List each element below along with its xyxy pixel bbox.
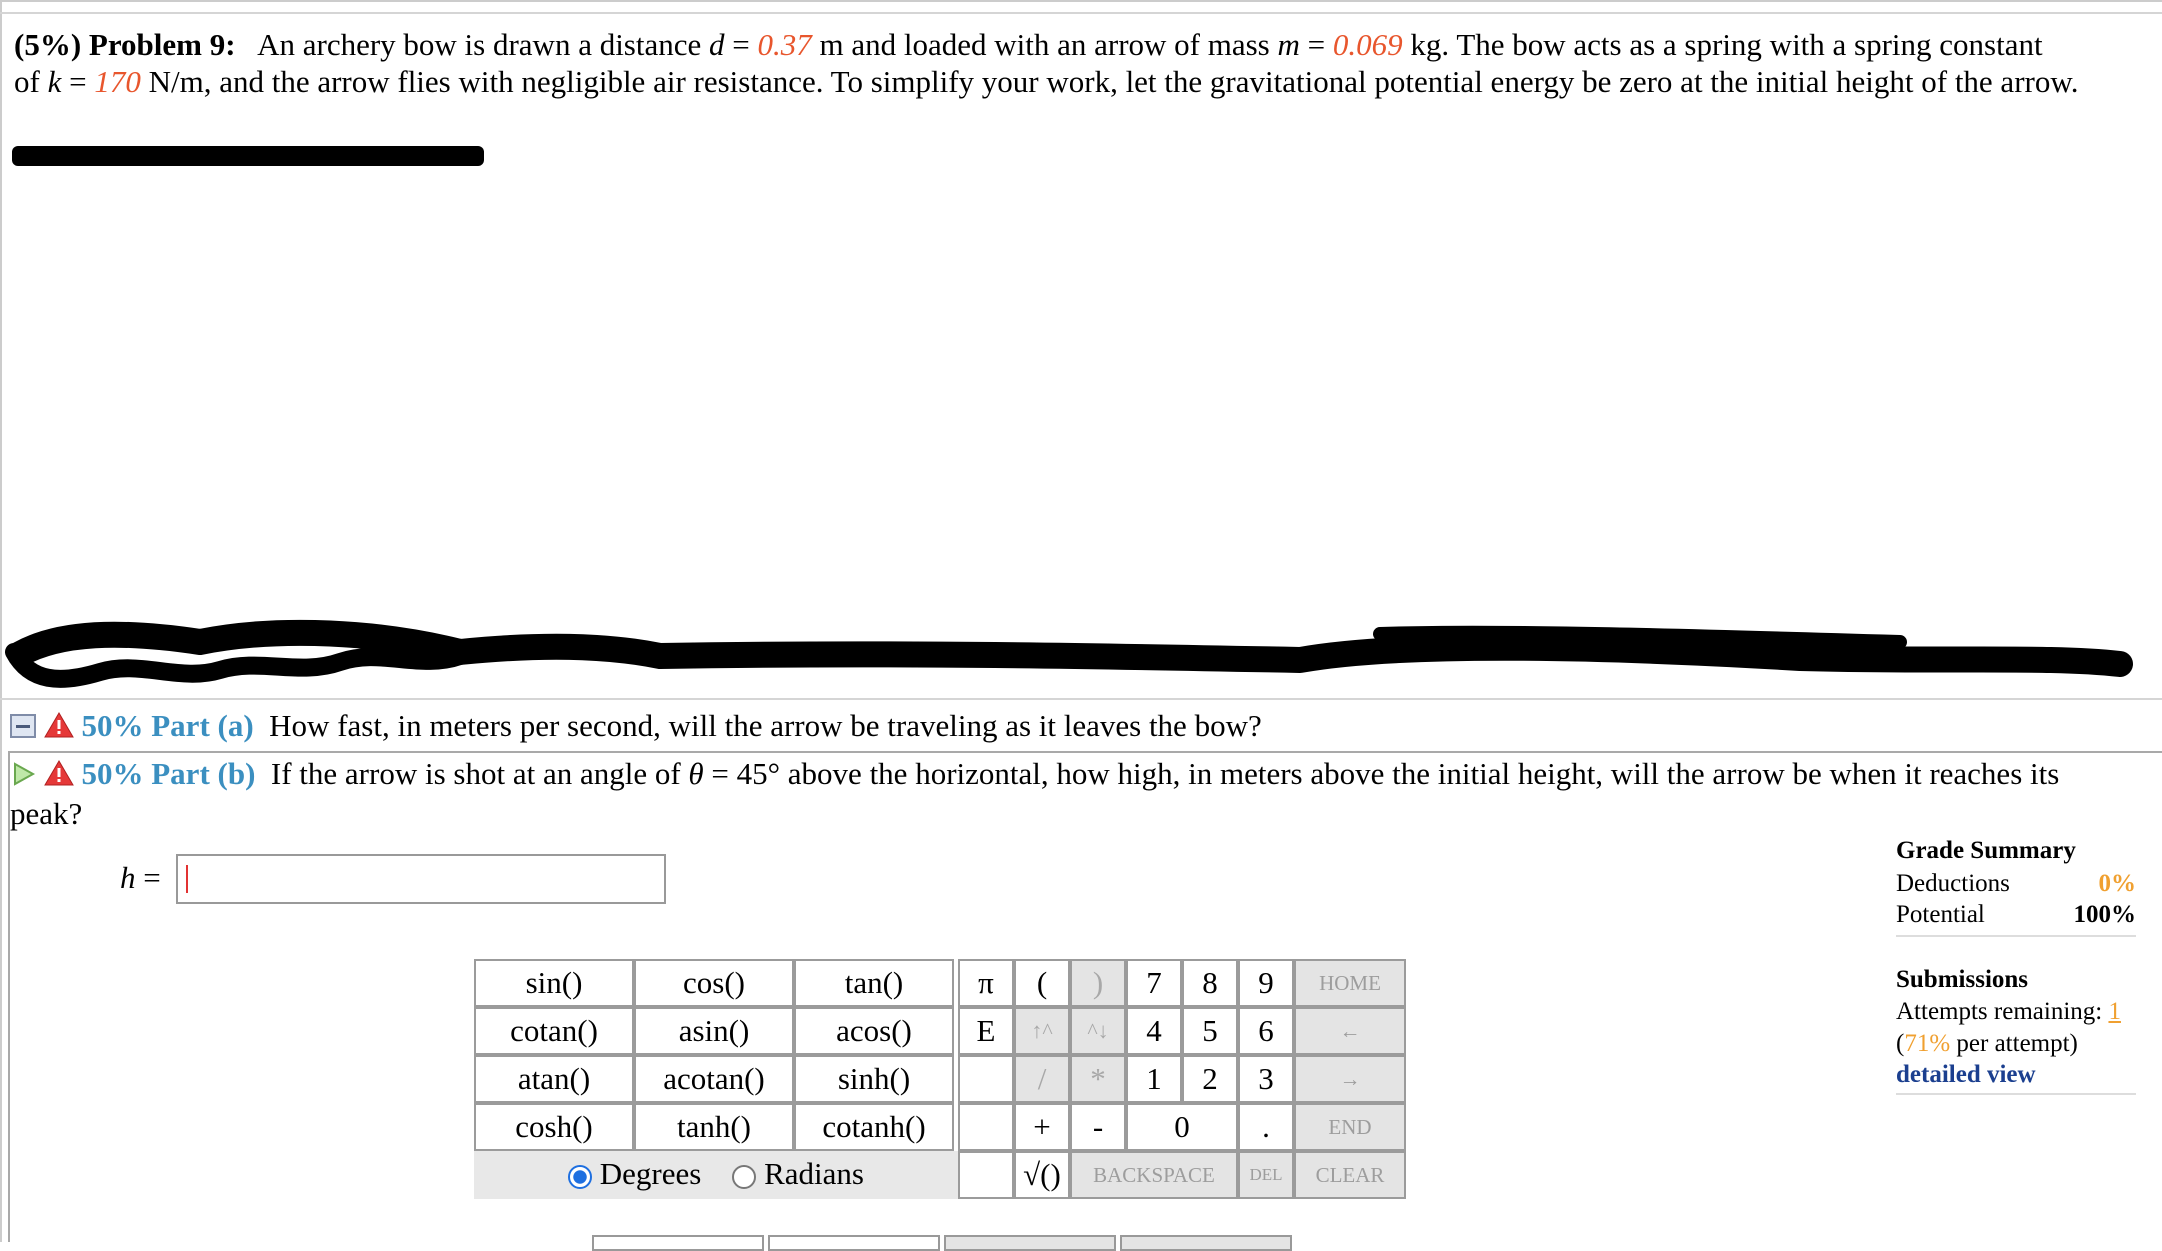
open-paren-button[interactable]: ( <box>1014 959 1070 1007</box>
blank-key <box>958 1103 1014 1151</box>
asin-button[interactable]: asin() <box>634 1007 794 1055</box>
minus-button[interactable]: - <box>1070 1103 1126 1151</box>
tanh-button[interactable]: tanh() <box>634 1103 794 1151</box>
backspace-button[interactable]: BACKSPACE <box>1070 1151 1238 1199</box>
grade-summary-title: Grade Summary <box>1896 837 2076 864</box>
potential-value: 100% <box>2073 901 2137 928</box>
degrees-label: Degrees <box>599 1156 702 1191</box>
deductions-value: 0% <box>2098 870 2137 897</box>
plus-button[interactable]: + <box>1014 1103 1070 1151</box>
tan-button[interactable]: tan() <box>794 959 954 1007</box>
digit-5-button[interactable]: 5 <box>1182 1007 1238 1055</box>
acos-button[interactable]: acos() <box>794 1007 954 1055</box>
cursor-left-button[interactable]: ← <box>1294 1007 1406 1055</box>
digit-1-button[interactable]: 1 <box>1126 1055 1182 1103</box>
sin-button[interactable]: sin() <box>474 959 634 1007</box>
answer-label: h = <box>120 860 161 895</box>
expand-icon[interactable] <box>10 758 36 795</box>
part-a-row[interactable]: 50% Part (a) How fast, in meters per sec… <box>10 707 1262 747</box>
attempts-line: Attempts remaining: 1 <box>1896 998 2121 1025</box>
home-button[interactable]: HOME <box>1294 959 1406 1007</box>
action-button[interactable] <box>592 1235 764 1251</box>
radians-radio[interactable] <box>732 1164 757 1189</box>
collapse-icon[interactable] <box>10 710 36 747</box>
exponent-down-button[interactable]: ^↓ <box>1070 1007 1126 1055</box>
digit-3-button[interactable]: 3 <box>1238 1055 1294 1103</box>
angle-value: 45° <box>736 756 781 791</box>
pi-button[interactable]: π <box>958 959 1014 1007</box>
submissions-title: Submissions <box>1896 966 2029 993</box>
attempts-value: 1 <box>2108 998 2121 1025</box>
action-button[interactable] <box>768 1235 940 1251</box>
cos-button[interactable]: cos() <box>634 959 794 1007</box>
sqrt-button[interactable]: √() <box>1014 1151 1070 1199</box>
atan-button[interactable]: atan() <box>474 1055 634 1103</box>
redaction-mark <box>12 146 484 166</box>
problem-statement: (5%) Problem 9: An archery bow is drawn … <box>14 27 2079 99</box>
digit-0-button[interactable]: 0 <box>1126 1103 1238 1151</box>
blank-key <box>958 1055 1014 1103</box>
mass-value: 0.069 <box>1332 27 1403 62</box>
part-a-label: 50% Part (a) <box>81 708 254 743</box>
digit-9-button[interactable]: 9 <box>1238 959 1294 1007</box>
distance-value: 0.37 <box>757 27 812 62</box>
part-a-question: How fast, in meters per second, will the… <box>269 708 1262 743</box>
potential-label: Potential <box>1896 901 1985 928</box>
close-paren-button[interactable]: ) <box>1070 959 1126 1007</box>
acotan-button[interactable]: acotan() <box>634 1055 794 1103</box>
digit-2-button[interactable]: 2 <box>1182 1055 1238 1103</box>
cotanh-button[interactable]: cotanh() <box>794 1103 954 1151</box>
part-b-label: 50% Part (b) <box>81 756 256 791</box>
digit-4-button[interactable]: 4 <box>1126 1007 1182 1055</box>
multiply-button[interactable]: * <box>1070 1055 1126 1103</box>
decimal-button[interactable]: . <box>1238 1103 1294 1151</box>
cosh-button[interactable]: cosh() <box>474 1103 634 1151</box>
radians-label: Radians <box>764 1156 864 1191</box>
sinh-button[interactable]: sinh() <box>794 1055 954 1103</box>
top-rule <box>0 12 2162 14</box>
divider <box>0 698 2162 700</box>
part-b-row: 50% Part (b) If the arrow is shot at an … <box>10 756 2060 832</box>
del-button[interactable]: DEL <box>1238 1151 1294 1199</box>
detailed-view-link[interactable]: detailed view <box>1896 1061 2036 1089</box>
divide-button[interactable]: / <box>1014 1055 1070 1103</box>
summary-divider <box>1896 935 2136 937</box>
redaction-scribble <box>5 619 2133 688</box>
exponent-up-button[interactable]: ↑^ <box>1014 1007 1070 1055</box>
angle-mode-row: Degrees Radians <box>474 1151 958 1199</box>
text-caret <box>186 865 188 893</box>
cotan-button[interactable]: cotan() <box>474 1007 634 1055</box>
blank-key <box>958 1151 1014 1199</box>
degrees-radio[interactable] <box>568 1164 593 1189</box>
per-attempt-percent: 71% <box>1904 1030 1951 1057</box>
spring-constant-value: 170 <box>94 64 141 99</box>
summary-divider <box>1896 1093 2136 1095</box>
per-attempt-line: (71% per attempt) <box>1896 1030 2078 1057</box>
clear-button[interactable]: CLEAR <box>1294 1151 1406 1199</box>
cursor-right-button[interactable]: → <box>1294 1055 1406 1103</box>
warning-icon <box>43 710 74 747</box>
e-button[interactable]: E <box>958 1007 1014 1055</box>
deductions-label: Deductions <box>1896 870 2010 897</box>
action-button[interactable] <box>944 1235 1116 1251</box>
answer-input[interactable] <box>176 854 666 904</box>
problem-number: (5%) Problem 9: <box>14 27 236 62</box>
action-button[interactable] <box>1120 1235 1292 1251</box>
digit-6-button[interactable]: 6 <box>1238 1007 1294 1055</box>
end-button[interactable]: END <box>1294 1103 1406 1151</box>
digit-7-button[interactable]: 7 <box>1126 959 1182 1007</box>
digit-8-button[interactable]: 8 <box>1182 959 1238 1007</box>
warning-icon <box>43 758 74 795</box>
